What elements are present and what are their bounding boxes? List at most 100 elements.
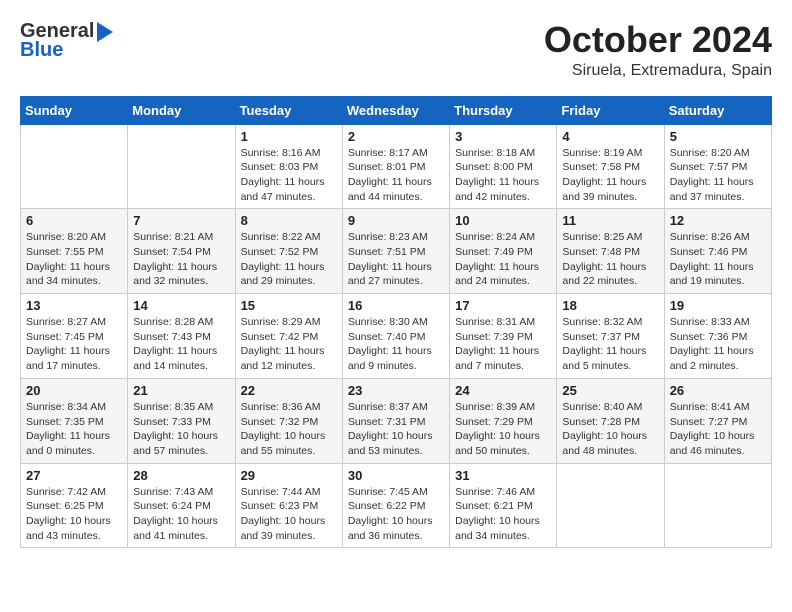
day-info: Sunrise: 8:25 AM Sunset: 7:48 PM Dayligh… — [562, 230, 658, 289]
calendar-cell: 18 Sunrise: 8:32 AM Sunset: 7:37 PM Dayli… — [557, 294, 664, 379]
calendar-cell: 4 Sunrise: 8:19 AM Sunset: 7:58 PM Daylig… — [557, 124, 664, 209]
day-number: 30 — [348, 468, 444, 483]
day-number: 17 — [455, 298, 551, 313]
day-number: 2 — [348, 129, 444, 144]
day-number: 16 — [348, 298, 444, 313]
day-number: 19 — [670, 298, 766, 313]
day-number: 28 — [133, 468, 229, 483]
calendar-cell: 2 Sunrise: 8:17 AM Sunset: 8:01 PM Daylig… — [342, 124, 449, 209]
day-number: 26 — [670, 383, 766, 398]
day-info: Sunrise: 7:42 AM Sunset: 6:25 PM Dayligh… — [26, 485, 122, 544]
day-info: Sunrise: 8:16 AM Sunset: 8:03 PM Dayligh… — [241, 146, 337, 205]
day-number: 29 — [241, 468, 337, 483]
calendar-week-2: 6 Sunrise: 8:20 AM Sunset: 7:55 PM Daylig… — [21, 209, 772, 294]
day-info: Sunrise: 8:40 AM Sunset: 7:28 PM Dayligh… — [562, 400, 658, 459]
calendar-week-3: 13 Sunrise: 8:27 AM Sunset: 7:45 PM Dayli… — [21, 294, 772, 379]
day-number: 4 — [562, 129, 658, 144]
column-header-sunday: Sunday — [21, 96, 128, 124]
day-info: Sunrise: 8:31 AM Sunset: 7:39 PM Dayligh… — [455, 315, 551, 374]
calendar-cell: 21 Sunrise: 8:35 AM Sunset: 7:33 PM Dayli… — [128, 378, 235, 463]
calendar-cell: 11 Sunrise: 8:25 AM Sunset: 7:48 PM Dayli… — [557, 209, 664, 294]
calendar-header-row: SundayMondayTuesdayWednesdayThursdayFrid… — [21, 96, 772, 124]
day-info: Sunrise: 8:27 AM Sunset: 7:45 PM Dayligh… — [26, 315, 122, 374]
logo-line2: Blue — [20, 39, 113, 62]
day-number: 11 — [562, 213, 658, 228]
calendar-cell: 20 Sunrise: 8:34 AM Sunset: 7:35 PM Dayli… — [21, 378, 128, 463]
day-number: 27 — [26, 468, 122, 483]
day-number: 5 — [670, 129, 766, 144]
day-number: 7 — [133, 213, 229, 228]
day-number: 23 — [348, 383, 444, 398]
calendar-cell — [664, 463, 771, 548]
day-number: 20 — [26, 383, 122, 398]
day-info: Sunrise: 8:30 AM Sunset: 7:40 PM Dayligh… — [348, 315, 444, 374]
calendar-cell: 31 Sunrise: 7:46 AM Sunset: 6:21 PM Dayli… — [450, 463, 557, 548]
day-info: Sunrise: 8:20 AM Sunset: 7:55 PM Dayligh… — [26, 230, 122, 289]
calendar-cell: 8 Sunrise: 8:22 AM Sunset: 7:52 PM Daylig… — [235, 209, 342, 294]
calendar-cell: 6 Sunrise: 8:20 AM Sunset: 7:55 PM Daylig… — [21, 209, 128, 294]
calendar-cell: 14 Sunrise: 8:28 AM Sunset: 7:43 PM Dayli… — [128, 294, 235, 379]
day-info: Sunrise: 8:22 AM Sunset: 7:52 PM Dayligh… — [241, 230, 337, 289]
calendar-cell: 17 Sunrise: 8:31 AM Sunset: 7:39 PM Dayli… — [450, 294, 557, 379]
day-info: Sunrise: 8:28 AM Sunset: 7:43 PM Dayligh… — [133, 315, 229, 374]
day-info: Sunrise: 8:34 AM Sunset: 7:35 PM Dayligh… — [26, 400, 122, 459]
column-header-monday: Monday — [128, 96, 235, 124]
day-number: 24 — [455, 383, 551, 398]
day-number: 12 — [670, 213, 766, 228]
calendar-cell: 27 Sunrise: 7:42 AM Sunset: 6:25 PM Dayli… — [21, 463, 128, 548]
calendar-cell — [21, 124, 128, 209]
calendar-cell: 7 Sunrise: 8:21 AM Sunset: 7:54 PM Daylig… — [128, 209, 235, 294]
column-header-tuesday: Tuesday — [235, 96, 342, 124]
calendar-cell: 28 Sunrise: 7:43 AM Sunset: 6:24 PM Dayli… — [128, 463, 235, 548]
calendar-cell: 16 Sunrise: 8:30 AM Sunset: 7:40 PM Dayli… — [342, 294, 449, 379]
day-number: 21 — [133, 383, 229, 398]
day-number: 25 — [562, 383, 658, 398]
day-number: 14 — [133, 298, 229, 313]
day-number: 8 — [241, 213, 337, 228]
day-info: Sunrise: 8:37 AM Sunset: 7:31 PM Dayligh… — [348, 400, 444, 459]
calendar-cell: 3 Sunrise: 8:18 AM Sunset: 8:00 PM Daylig… — [450, 124, 557, 209]
calendar-cell: 22Sunrise: 8:36 AM Sunset: 7:32 PM Dayli… — [235, 378, 342, 463]
column-header-friday: Friday — [557, 96, 664, 124]
day-number: 31 — [455, 468, 551, 483]
day-number: 6 — [26, 213, 122, 228]
day-info: Sunrise: 8:41 AM Sunset: 7:27 PM Dayligh… — [670, 400, 766, 459]
calendar-cell: 5 Sunrise: 8:20 AM Sunset: 7:57 PM Daylig… — [664, 124, 771, 209]
day-info: Sunrise: 8:35 AM Sunset: 7:33 PM Dayligh… — [133, 400, 229, 459]
day-number: 13 — [26, 298, 122, 313]
column-header-saturday: Saturday — [664, 96, 771, 124]
calendar-cell: 15Sunrise: 8:29 AM Sunset: 7:42 PM Dayli… — [235, 294, 342, 379]
calendar-cell: 1Sunrise: 8:16 AM Sunset: 8:03 PM Daylig… — [235, 124, 342, 209]
calendar-cell: 10Sunrise: 8:24 AM Sunset: 7:49 PM Dayli… — [450, 209, 557, 294]
month-title: October 2024 — [544, 20, 772, 60]
day-number: 18 — [562, 298, 658, 313]
day-info: Sunrise: 8:18 AM Sunset: 8:00 PM Dayligh… — [455, 146, 551, 205]
calendar-week-1: 1Sunrise: 8:16 AM Sunset: 8:03 PM Daylig… — [21, 124, 772, 209]
day-number: 22 — [241, 383, 337, 398]
calendar-week-5: 27 Sunrise: 7:42 AM Sunset: 6:25 PM Dayli… — [21, 463, 772, 548]
location-text: Siruela, Extremadura, Spain — [544, 62, 772, 80]
day-info: Sunrise: 8:19 AM Sunset: 7:58 PM Dayligh… — [562, 146, 658, 205]
calendar-table: SundayMondayTuesdayWednesdayThursdayFrid… — [20, 96, 772, 549]
day-number: 9 — [348, 213, 444, 228]
day-info: Sunrise: 7:46 AM Sunset: 6:21 PM Dayligh… — [455, 485, 551, 544]
day-info: Sunrise: 8:17 AM Sunset: 8:01 PM Dayligh… — [348, 146, 444, 205]
title-area: October 2024 Siruela, Extremadura, Spain — [544, 20, 772, 80]
calendar-cell — [557, 463, 664, 548]
day-info: Sunrise: 8:33 AM Sunset: 7:36 PM Dayligh… — [670, 315, 766, 374]
column-header-wednesday: Wednesday — [342, 96, 449, 124]
calendar-cell: 25 Sunrise: 8:40 AM Sunset: 7:28 PM Dayli… — [557, 378, 664, 463]
day-number: 3 — [455, 129, 551, 144]
day-info: Sunrise: 8:26 AM Sunset: 7:46 PM Dayligh… — [670, 230, 766, 289]
day-info: Sunrise: 8:29 AM Sunset: 7:42 PM Dayligh… — [241, 315, 337, 374]
logo: General Blue — [20, 20, 113, 62]
day-info: Sunrise: 7:43 AM Sunset: 6:24 PM Dayligh… — [133, 485, 229, 544]
day-info: Sunrise: 8:20 AM Sunset: 7:57 PM Dayligh… — [670, 146, 766, 205]
day-info: Sunrise: 8:39 AM Sunset: 7:29 PM Dayligh… — [455, 400, 551, 459]
day-info: Sunrise: 7:45 AM Sunset: 6:22 PM Dayligh… — [348, 485, 444, 544]
day-info: Sunrise: 8:21 AM Sunset: 7:54 PM Dayligh… — [133, 230, 229, 289]
page-header: General Blue October 2024 Siruela, Extre… — [20, 20, 772, 80]
column-header-thursday: Thursday — [450, 96, 557, 124]
calendar-cell: 29Sunrise: 7:44 AM Sunset: 6:23 PM Dayli… — [235, 463, 342, 548]
day-info: Sunrise: 8:32 AM Sunset: 7:37 PM Dayligh… — [562, 315, 658, 374]
